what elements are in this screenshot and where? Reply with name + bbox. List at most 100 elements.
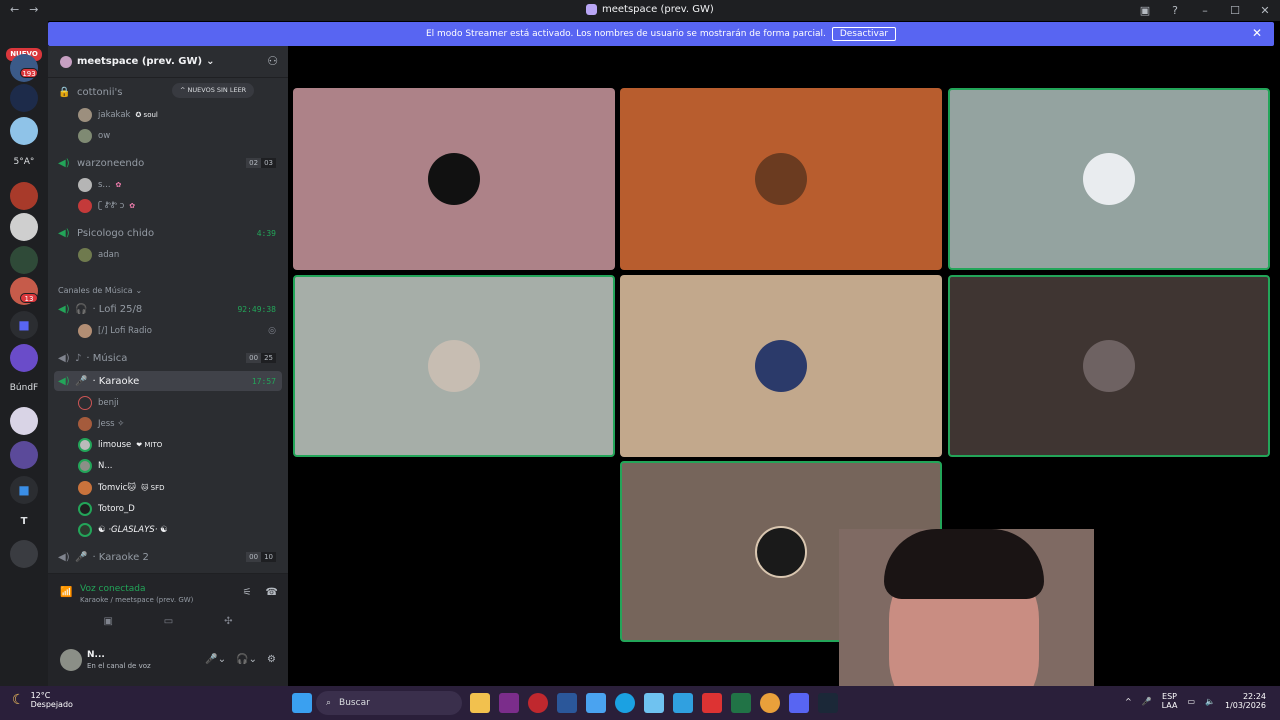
- mic-tray-icon[interactable]: 🎤: [1142, 697, 1152, 706]
- app-icon[interactable]: [702, 693, 722, 713]
- voice-user[interactable]: ☯ ·GLASLAYS· ☯: [48, 520, 288, 540]
- video-tile-6[interactable]: [948, 275, 1270, 457]
- moon-icon: ☾: [12, 692, 25, 708]
- voice-user[interactable]: jakakak ✪ soul: [48, 105, 288, 125]
- channel-karaoke-2[interactable]: ◀) 🎤 · Karaoke 2 00 10: [48, 547, 288, 567]
- steam-icon[interactable]: [818, 693, 838, 713]
- headphones-icon[interactable]: 🎧⌄: [236, 654, 257, 665]
- voice-user[interactable]: s... ✿: [48, 175, 288, 195]
- voice-user[interactable]: Totoro_D: [48, 499, 288, 519]
- voice-user[interactable]: N...: [48, 456, 288, 476]
- server-icon-8[interactable]: [10, 344, 38, 372]
- server-text-bundf[interactable]: BúndF: [6, 383, 42, 393]
- volume-icon[interactable]: 🔈: [1205, 697, 1215, 706]
- disconnect-icon[interactable]: ☎: [266, 587, 278, 598]
- signal-icon[interactable]: 📶: [60, 587, 72, 598]
- server-icon-5[interactable]: [10, 213, 38, 241]
- avatar[interactable]: [60, 649, 82, 671]
- video-tile-3[interactable]: [948, 88, 1270, 270]
- video-tile-4[interactable]: [293, 275, 615, 457]
- channel-musica[interactable]: ◀) ♪ · Música 00 25: [48, 348, 288, 368]
- region-code: LAA: [1161, 701, 1178, 710]
- excel-icon[interactable]: [731, 693, 751, 713]
- microphone-icon[interactable]: 🎤⌄: [205, 654, 226, 665]
- server-text-5a[interactable]: 5°A°: [6, 157, 42, 167]
- user-name: N...: [98, 461, 113, 471]
- activities-icon[interactable]: ✣: [224, 616, 232, 627]
- channel-name: warzoneendo: [77, 157, 145, 169]
- user-counter: 00 25: [246, 353, 276, 363]
- app-icon[interactable]: [644, 693, 664, 713]
- folder-icon[interactable]: ■: [10, 311, 38, 339]
- weather-widget[interactable]: ☾ 12°C Despejado: [12, 691, 73, 709]
- close-window-icon[interactable]: ✕: [1250, 4, 1280, 17]
- chevron-up-icon[interactable]: ^: [1125, 697, 1132, 706]
- app-icon[interactable]: [499, 693, 519, 713]
- discord-icon[interactable]: [789, 693, 809, 713]
- mention-badge-2: 13: [20, 293, 38, 303]
- folder-icon-2[interactable]: ■: [10, 476, 38, 504]
- server-avatar-icon: [60, 55, 72, 68]
- server-icon-6[interactable]: [10, 246, 38, 274]
- new-unread-pill[interactable]: ^ NUEVOS SIN LEER: [172, 83, 255, 98]
- minimize-icon[interactable]: –: [1190, 4, 1220, 17]
- app-icon[interactable]: [528, 693, 548, 713]
- network-icon[interactable]: ▭: [1187, 697, 1195, 706]
- user-panel-name[interactable]: N...: [87, 650, 105, 660]
- server-icon-4[interactable]: [10, 182, 38, 210]
- voice-user[interactable]: ʗ ᏑᏑ ɔ ✿: [48, 196, 288, 216]
- taskbar-search[interactable]: ⌕ Buscar: [316, 691, 462, 715]
- server-icon-9[interactable]: [10, 407, 38, 435]
- channel-karaoke[interactable]: ◀) 🎤 · Karaoke 17:57: [54, 371, 282, 391]
- video-tile-1[interactable]: [293, 88, 615, 270]
- help-icon[interactable]: ?: [1160, 4, 1190, 17]
- server-icon-10[interactable]: [10, 441, 38, 469]
- app-icon[interactable]: [673, 693, 693, 713]
- voice-user[interactable]: Jess ✧: [48, 414, 288, 434]
- gear-icon[interactable]: ⚙: [267, 654, 276, 665]
- voice-user[interactable]: benji: [48, 393, 288, 413]
- close-icon[interactable]: ✕: [1252, 26, 1262, 40]
- category-music[interactable]: Canales de Música ⌄: [48, 282, 288, 298]
- edge-icon[interactable]: [615, 693, 635, 713]
- language-indicator[interactable]: ESP LAA: [1162, 692, 1178, 710]
- forward-arrow-icon[interactable]: →: [29, 3, 48, 16]
- server-header[interactable]: meetspace (prev. GW) ⌄ ⚇: [48, 46, 288, 78]
- maximize-icon[interactable]: ☐: [1220, 4, 1250, 17]
- voice-user[interactable]: adan: [48, 245, 288, 265]
- app-icon[interactable]: [586, 693, 606, 713]
- user-name: Jess ✧: [98, 419, 125, 429]
- voice-user[interactable]: limouse ❤ MITO: [48, 435, 288, 455]
- server-icon-11[interactable]: [10, 540, 38, 568]
- channel-psicologo[interactable]: ◀) Psicologo chido 4:39: [48, 223, 288, 243]
- server-text-t[interactable]: T: [6, 516, 42, 527]
- back-arrow-icon[interactable]: ←: [10, 3, 29, 16]
- user-name: ʗ ᏑᏑ ɔ: [98, 201, 125, 211]
- channel-warzoneendo[interactable]: ◀) warzoneendo 02 03: [48, 153, 288, 173]
- noise-suppression-icon[interactable]: ⚟: [243, 587, 252, 598]
- chrome-icon[interactable]: [760, 693, 780, 713]
- camera-icon[interactable]: ▣: [103, 616, 112, 627]
- voice-status[interactable]: Voz conectada: [80, 584, 145, 594]
- server-icon-2[interactable]: [10, 84, 38, 112]
- start-icon[interactable]: [292, 693, 312, 713]
- speaker-icon: ◀): [58, 375, 70, 387]
- disable-streamer-button[interactable]: Desactivar: [831, 27, 897, 41]
- voice-user[interactable]: [/] Lofi Radio ◎: [48, 321, 288, 341]
- screen-share-icon[interactable]: ▭: [164, 616, 173, 627]
- inbox-icon[interactable]: ▣: [1130, 4, 1160, 17]
- nav-arrows[interactable]: ←→: [10, 3, 48, 16]
- user-name: jakakak: [98, 110, 131, 120]
- voice-user[interactable]: Tomvic🐱 🐱 SFD: [48, 478, 288, 498]
- file-explorer-icon[interactable]: [470, 693, 490, 713]
- clock[interactable]: 22:24 1/03/2026: [1225, 692, 1266, 710]
- channel-lofi[interactable]: ◀) 🎧 · Lofi 25/8 92:49:38: [48, 299, 288, 319]
- word-icon[interactable]: [557, 693, 577, 713]
- invite-people-icon[interactable]: ⚇: [267, 54, 278, 68]
- server-icon-3[interactable]: [10, 117, 38, 145]
- video-tile-5[interactable]: [620, 275, 942, 457]
- video-tile-2[interactable]: [620, 88, 942, 270]
- voice-location[interactable]: Karaoke / meetspace (prev. GW): [80, 596, 193, 604]
- avatar: [78, 481, 92, 495]
- voice-user[interactable]: ow: [48, 126, 288, 146]
